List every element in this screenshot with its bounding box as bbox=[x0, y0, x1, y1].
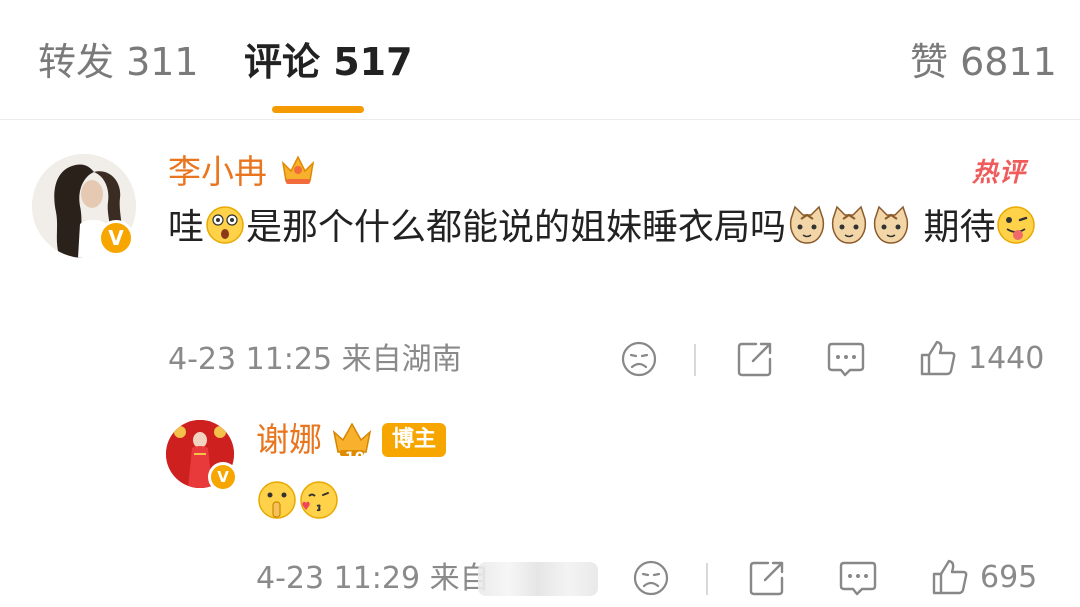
username-text: 李小冉 bbox=[168, 152, 267, 191]
like-icon bbox=[920, 340, 956, 376]
tab-likes[interactable]: 赞 6811 bbox=[910, 36, 1057, 88]
comment-button[interactable] bbox=[826, 340, 866, 378]
tab-bar: 转发 311 评论 517 赞 6811 bbox=[0, 0, 1080, 120]
crown-icon bbox=[281, 155, 314, 184]
dislike-button[interactable] bbox=[632, 559, 670, 597]
like-icon bbox=[932, 559, 968, 595]
share-icon bbox=[737, 342, 772, 377]
comment-text-part: 哇 bbox=[168, 207, 205, 248]
like-count: 695 bbox=[980, 559, 1038, 595]
action-separator bbox=[694, 344, 696, 376]
share-icon bbox=[749, 561, 784, 596]
surprised-emoji-icon bbox=[206, 206, 244, 244]
comment-text: 哇 是那个什么都能说的姐妹睡衣局吗 期待 bbox=[168, 199, 1048, 257]
comment-text-part: 期待 bbox=[912, 207, 996, 248]
dislike-icon bbox=[633, 560, 669, 596]
divider bbox=[0, 119, 1080, 120]
action-separator bbox=[706, 563, 708, 595]
like-count: 1440 bbox=[968, 340, 1045, 376]
verified-v-badge-icon: V bbox=[98, 220, 134, 256]
level-crown-badge: 10 bbox=[330, 420, 374, 466]
blogger-tag: 博主 bbox=[382, 423, 447, 457]
blurred-location bbox=[478, 562, 598, 596]
share-button[interactable] bbox=[748, 559, 786, 597]
active-tab-indicator bbox=[272, 106, 364, 113]
comment-icon bbox=[839, 561, 877, 596]
share-button[interactable] bbox=[736, 340, 774, 378]
level-number: 10 bbox=[345, 450, 365, 466]
verified-v-badge-icon: V bbox=[208, 462, 238, 492]
dislike-icon bbox=[621, 341, 657, 377]
reply-text bbox=[256, 474, 340, 532]
like-button[interactable]: 695 bbox=[930, 557, 1037, 597]
reply-username[interactable]: 谢娜 10 博主 bbox=[256, 418, 447, 466]
shush-emoji-icon bbox=[258, 481, 296, 519]
hot-comment-badge: 热评 bbox=[972, 158, 1027, 188]
comment-meta: 4-23 11:25 来自湖南 bbox=[168, 342, 462, 377]
comment-text-part: 是那个什么都能说的姐妹睡衣局吗 bbox=[246, 207, 787, 248]
tongue-emoji-icon bbox=[997, 206, 1036, 244]
cat-emoji-icon bbox=[873, 205, 909, 244]
comment-username[interactable]: 李小冉 bbox=[168, 150, 318, 194]
kiss-emoji-icon bbox=[300, 481, 338, 519]
tab-comments[interactable]: 评论 517 bbox=[244, 36, 413, 88]
comment-icon bbox=[827, 342, 865, 377]
cat-emoji-icon bbox=[831, 205, 867, 244]
username-text: 谢娜 bbox=[256, 420, 322, 459]
comment-button[interactable] bbox=[838, 559, 878, 597]
like-button[interactable]: 1440 bbox=[918, 338, 1044, 378]
reply-meta: 4-23 11:29 来自 bbox=[256, 561, 490, 596]
tab-reposts[interactable]: 转发 311 bbox=[38, 36, 199, 88]
dislike-button[interactable] bbox=[620, 340, 658, 378]
cat-emoji-icon bbox=[789, 205, 825, 244]
